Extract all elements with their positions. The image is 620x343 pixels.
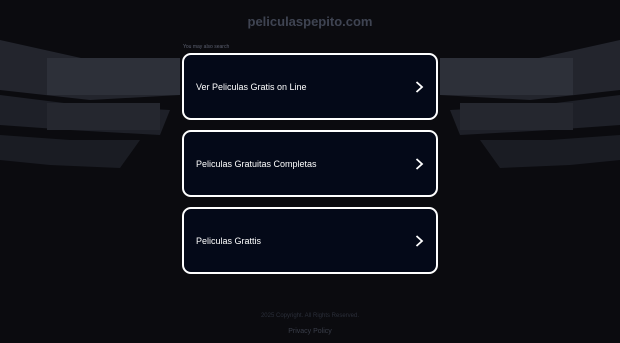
chevron-right-icon xyxy=(415,157,424,170)
privacy-policy-link[interactable]: Privacy Policy xyxy=(0,328,620,335)
related-link-label: Peliculas Gratuitas Completas xyxy=(196,158,317,169)
related-searches-label: You may also search xyxy=(183,44,230,50)
footer-copyright: 2025 Copyright. All Rights Reserved. xyxy=(260,313,360,319)
related-link-label: Peliculas Grattis xyxy=(196,235,262,246)
site-title: peliculaspepito.com xyxy=(247,14,373,29)
chevron-right-icon xyxy=(415,234,424,247)
related-links-list: Ver Peliculas Gratis on Line Peliculas G… xyxy=(182,53,438,284)
related-link-3[interactable]: Peliculas Grattis xyxy=(182,207,438,274)
related-link-1[interactable]: Ver Peliculas Gratis on Line xyxy=(182,53,438,120)
chevron-right-icon xyxy=(415,80,424,93)
related-link-label: Ver Peliculas Gratis on Line xyxy=(196,81,307,92)
related-link-2[interactable]: Peliculas Gratuitas Completas xyxy=(182,130,438,197)
